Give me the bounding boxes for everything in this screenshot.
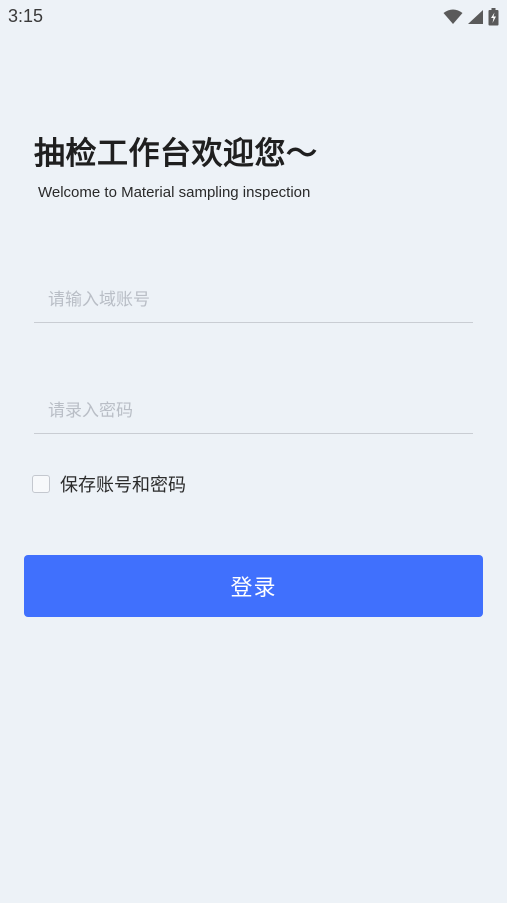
login-button[interactable]: 登录 bbox=[24, 555, 483, 617]
page-title: 抽检工作台欢迎您～ bbox=[34, 136, 318, 172]
cell-signal-icon bbox=[467, 9, 484, 25]
remember-checkbox[interactable] bbox=[32, 475, 50, 493]
page-subtitle: Welcome to Material sampling inspection bbox=[38, 184, 311, 201]
password-field bbox=[34, 389, 473, 434]
password-input[interactable] bbox=[34, 389, 473, 433]
status-bar: 3:15 bbox=[0, 0, 507, 34]
remember-label: 保存账号和密码 bbox=[60, 475, 186, 496]
battery-charging-icon bbox=[488, 8, 499, 26]
remember-credentials[interactable]: 保存账号和密码 bbox=[32, 471, 186, 497]
status-icons bbox=[443, 7, 499, 27]
wifi-icon bbox=[443, 9, 463, 25]
account-input[interactable] bbox=[34, 278, 473, 322]
status-time: 3:15 bbox=[8, 6, 44, 26]
account-field bbox=[34, 278, 473, 323]
